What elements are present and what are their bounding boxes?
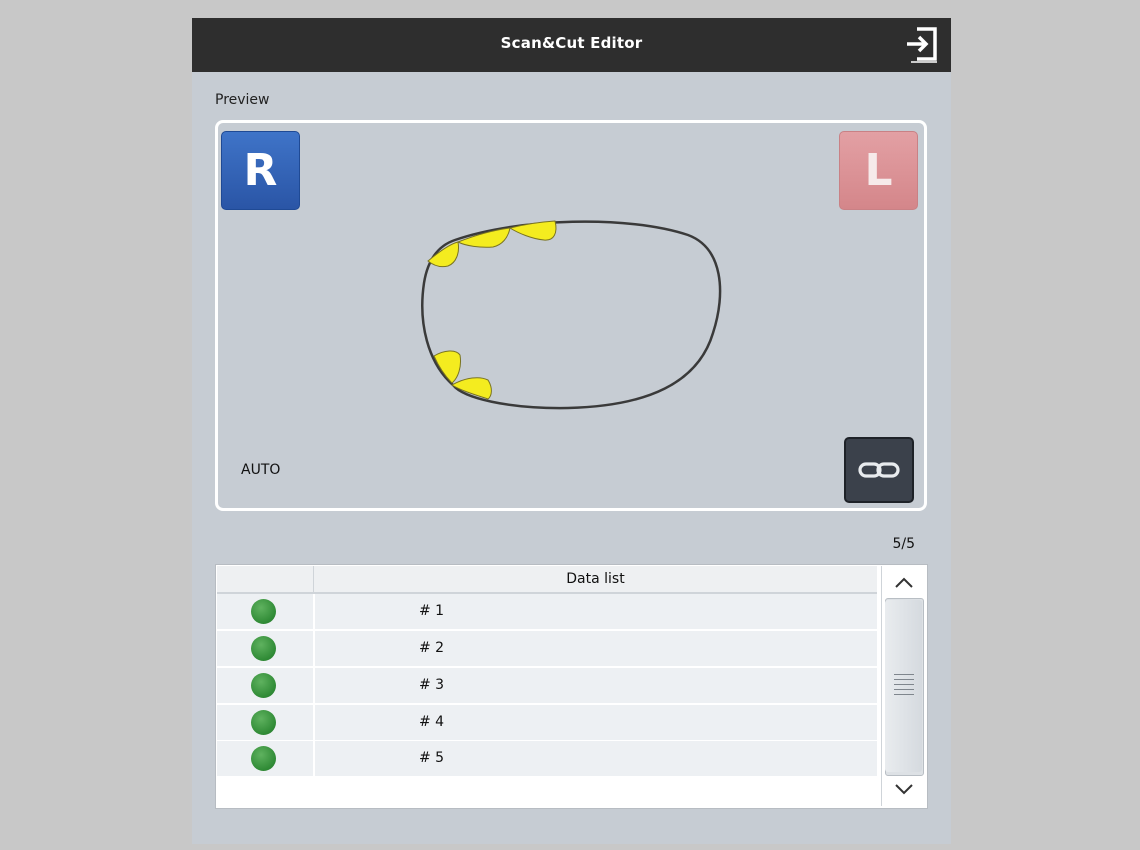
- status-cell: [217, 705, 315, 740]
- status-dot: [251, 710, 276, 735]
- status-dot: [251, 636, 276, 661]
- status-column-header: [217, 566, 314, 592]
- status-cell: [217, 631, 315, 666]
- data-list-table: Data list # 1 # 2 # 3 # 4 # 5: [215, 564, 928, 809]
- table-row[interactable]: # 1: [217, 594, 877, 629]
- cut-mark-3: [508, 220, 557, 241]
- list-counter: 5/5: [892, 536, 915, 552]
- row-label: # 4: [419, 714, 445, 730]
- status-cell: [217, 668, 315, 703]
- row-label: # 2: [419, 640, 445, 656]
- status-dot: [251, 673, 276, 698]
- list-scrollbar[interactable]: [881, 566, 926, 806]
- table-header: Data list: [217, 566, 877, 594]
- table-row[interactable]: # 3: [217, 668, 877, 703]
- lens-shape-preview: [421, 220, 722, 410]
- preview-label: Preview: [215, 92, 270, 108]
- title-bar: Scan&Cut Editor: [192, 18, 951, 72]
- left-eye-button[interactable]: L: [839, 131, 918, 210]
- table-row[interactable]: # 5: [217, 741, 877, 776]
- scroll-down-button[interactable]: [884, 774, 924, 804]
- scan-cut-editor-window: Scan&Cut Editor Preview R L AUTO 5/5 Dat…: [192, 18, 951, 844]
- row-label: # 3: [419, 677, 445, 693]
- table-row[interactable]: # 4: [217, 705, 877, 740]
- status-cell: [217, 741, 315, 776]
- scroll-up-button[interactable]: [884, 568, 924, 598]
- chevron-up-icon: [895, 577, 913, 588]
- link-button[interactable]: [844, 437, 914, 503]
- grip-line: [894, 674, 914, 675]
- grip-line: [894, 684, 914, 685]
- status-cell: [217, 594, 315, 629]
- row-label: # 1: [419, 603, 445, 619]
- table-row[interactable]: # 2: [217, 631, 877, 666]
- mode-indicator: AUTO: [241, 462, 281, 478]
- chevron-down-icon: [895, 784, 913, 795]
- status-dot: [251, 746, 276, 771]
- right-eye-button[interactable]: R: [221, 131, 300, 210]
- grip-line: [894, 689, 914, 690]
- status-dot: [251, 599, 276, 624]
- link-icon: [858, 462, 900, 478]
- window-title: Scan&Cut Editor: [500, 34, 643, 52]
- grip-line: [894, 694, 914, 695]
- data-list-column-header: Data list: [566, 571, 625, 587]
- grip-line: [894, 679, 914, 680]
- row-label: # 5: [419, 750, 445, 766]
- scroll-thumb[interactable]: [885, 600, 922, 772]
- exit-button[interactable]: [903, 25, 941, 65]
- exit-icon: [907, 27, 937, 63]
- preview-panel: R L AUTO: [215, 120, 927, 511]
